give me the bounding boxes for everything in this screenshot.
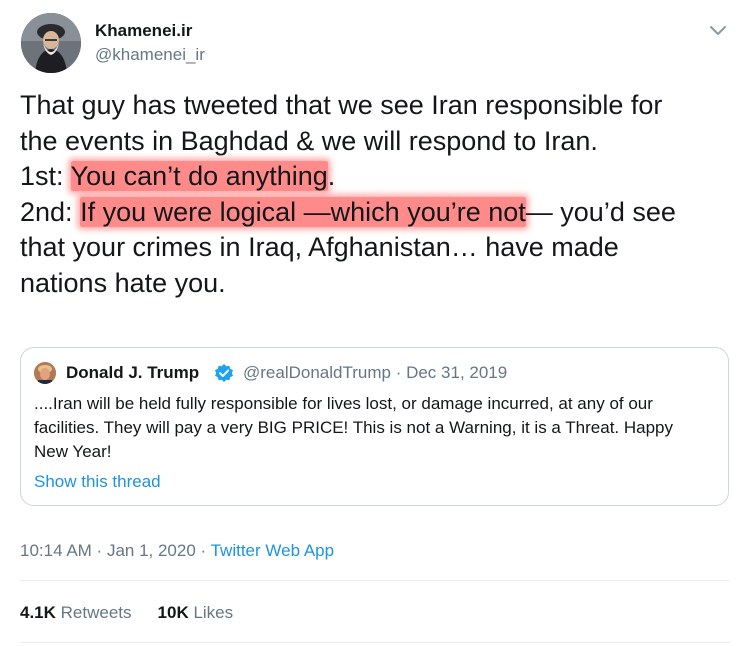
quoted-date[interactable]: Dec 31, 2019 [406, 363, 507, 382]
divider [20, 642, 730, 643]
tweet-line-suffix: — you’d see [525, 196, 676, 227]
tweet-card: Khamenei.ir @khamenei_ir That guy has tw… [0, 0, 750, 646]
tweet-time[interactable]: 10:14 AM [20, 541, 92, 560]
tweet-date[interactable]: Jan 1, 2020 [107, 541, 196, 560]
show-thread-link[interactable]: Show this thread [34, 472, 161, 492]
quoted-handle[interactable]: @realDonaldTrump [243, 363, 391, 382]
highlighted-phrase: If you were logical —which you’re not [80, 196, 526, 227]
tweet-line: 1st: You can’t do anything. [20, 159, 735, 195]
quoted-text-line: facilities. They will pay a very BIG PRI… [34, 418, 674, 437]
meta-separator: · [91, 541, 107, 560]
tweet-line: That guy has tweeted that we see Iran re… [20, 90, 663, 120]
more-options-chevron-icon[interactable] [706, 18, 730, 42]
tweet-line: nations hate you. [20, 267, 226, 298]
highlighted-phrase: You can’t do anything [70, 161, 328, 191]
quoted-text-line: New Year! [34, 442, 112, 461]
author-name[interactable]: Khamenei.ir [95, 21, 192, 41]
meta-separator: · [195, 541, 211, 560]
quoted-text: ....Iran will be held fully responsible … [34, 392, 719, 464]
meta-separator: · [390, 363, 407, 382]
author-avatar[interactable] [21, 13, 81, 73]
tweet-line-suffix: . [327, 161, 336, 191]
likes-count: 10K [157, 603, 189, 622]
verified-badge-icon [214, 363, 234, 383]
quoted-tweet[interactable]: Donald J. Trump @realDonaldTrump · Dec 3… [20, 347, 729, 506]
quoted-author-name[interactable]: Donald J. Trump [66, 363, 199, 383]
avatar-portrait-icon [21, 13, 81, 73]
source-app-link[interactable]: Twitter Web App [211, 541, 334, 560]
tweet-meta: 10:14 AM · Jan 1, 2020 · Twitter Web App [20, 541, 334, 561]
likes-stat[interactable]: 10K Likes [158, 603, 234, 622]
quoted-author-avatar[interactable] [34, 362, 56, 384]
quoted-meta: @realDonaldTrump · Dec 31, 2019 [243, 363, 507, 383]
engagement-stats: 4.1K Retweets 10K Likes [20, 603, 233, 623]
retweets-stat[interactable]: 4.1K Retweets [20, 603, 132, 622]
author-handle[interactable]: @khamenei_ir [95, 45, 205, 65]
divider [20, 580, 730, 581]
tweet-line: the events in Baghdad & we will respond … [20, 125, 598, 156]
tweet-line: 2nd: If you were logical —which you’re n… [20, 195, 735, 231]
tweet-line-prefix: 2nd: [20, 196, 81, 227]
tweet-line: that your crimes in Iraq, Afghanistan… h… [20, 232, 619, 262]
retweets-count: 4.1K [20, 603, 56, 622]
tweet-line-prefix: 1st: [20, 161, 71, 191]
quoted-text-line: ....Iran will be held fully responsible … [34, 394, 653, 413]
avatar-portrait-icon [34, 362, 56, 384]
tweet-text: That guy has tweeted that we see Iran re… [20, 88, 735, 301]
likes-label: Likes [193, 603, 234, 622]
retweets-label: Retweets [60, 603, 132, 622]
